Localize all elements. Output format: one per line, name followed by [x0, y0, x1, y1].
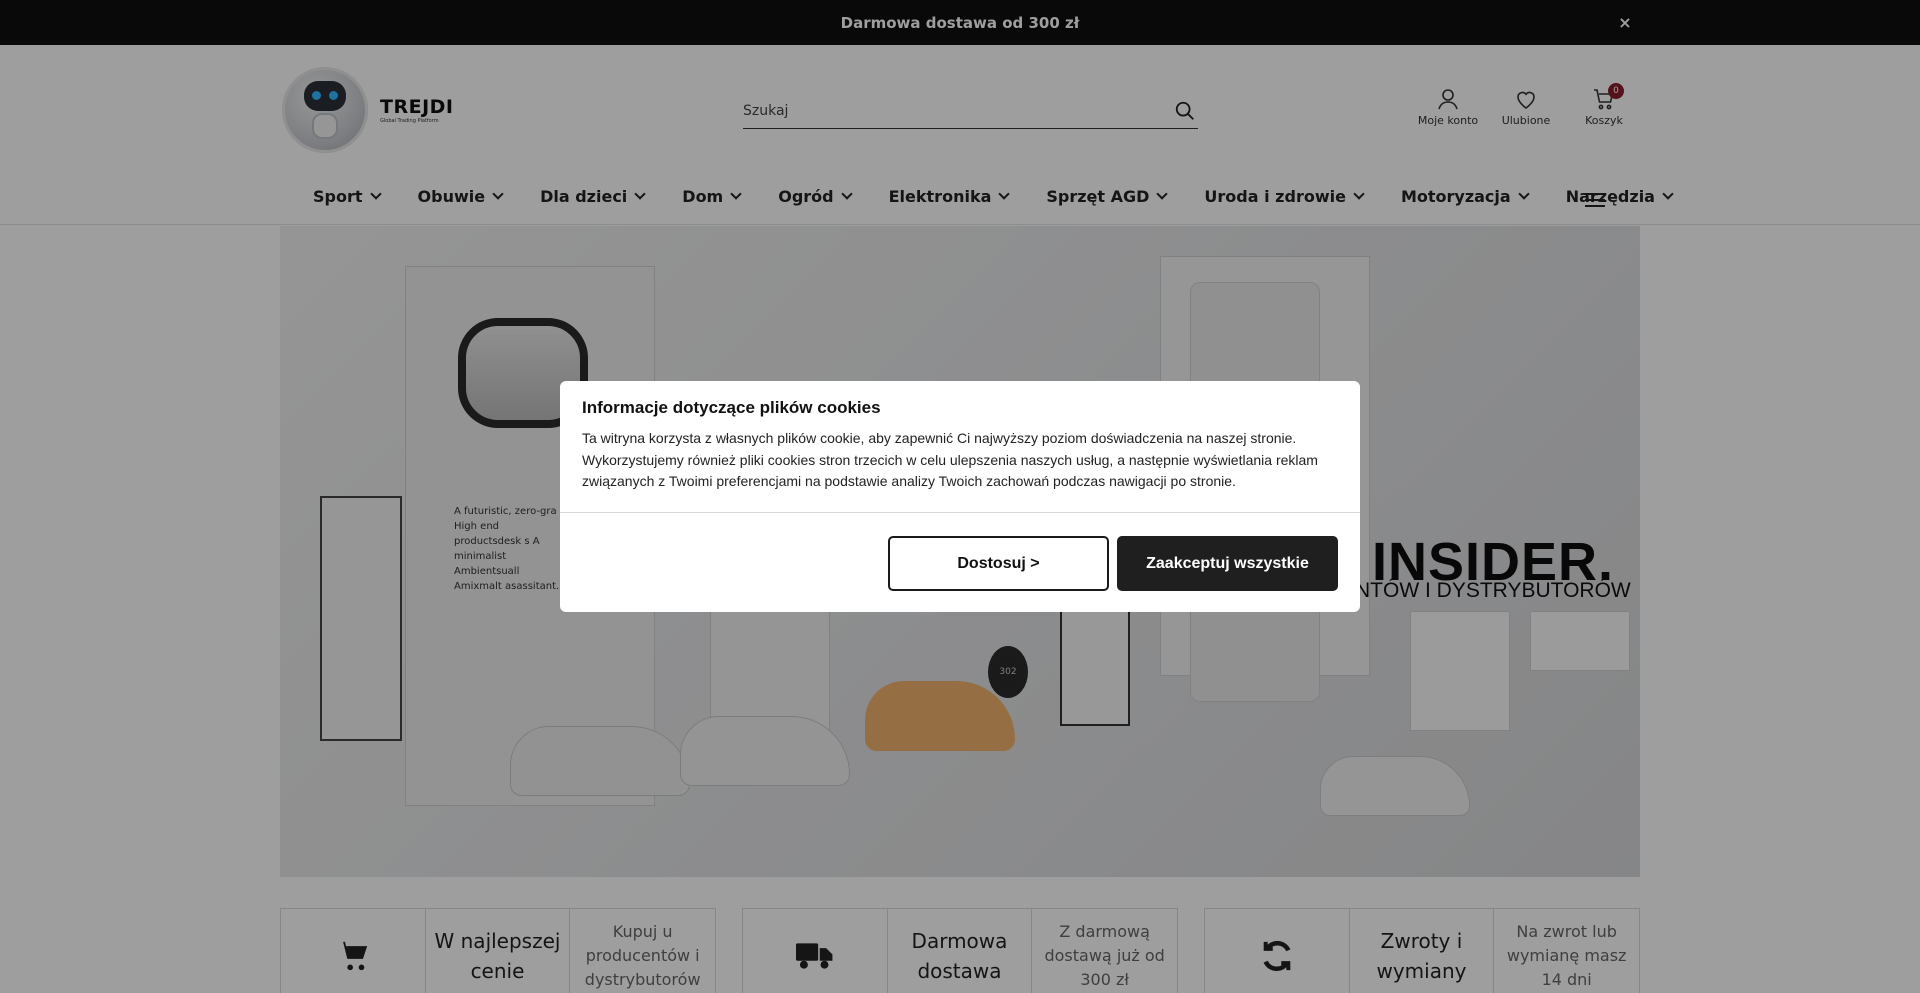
- cookie-text: Ta witryna korzysta z własnych plików co…: [582, 430, 1318, 489]
- divider: [560, 512, 1360, 513]
- customize-button[interactable]: Dostosuj >: [888, 536, 1109, 591]
- cookie-consent-dialog: Informacje dotyczące plików cookies Ta w…: [560, 381, 1360, 612]
- cookie-title: Informacje dotyczące plików cookies: [582, 398, 881, 417]
- accept-all-button[interactable]: Zaakceptuj wszystkie: [1117, 536, 1338, 591]
